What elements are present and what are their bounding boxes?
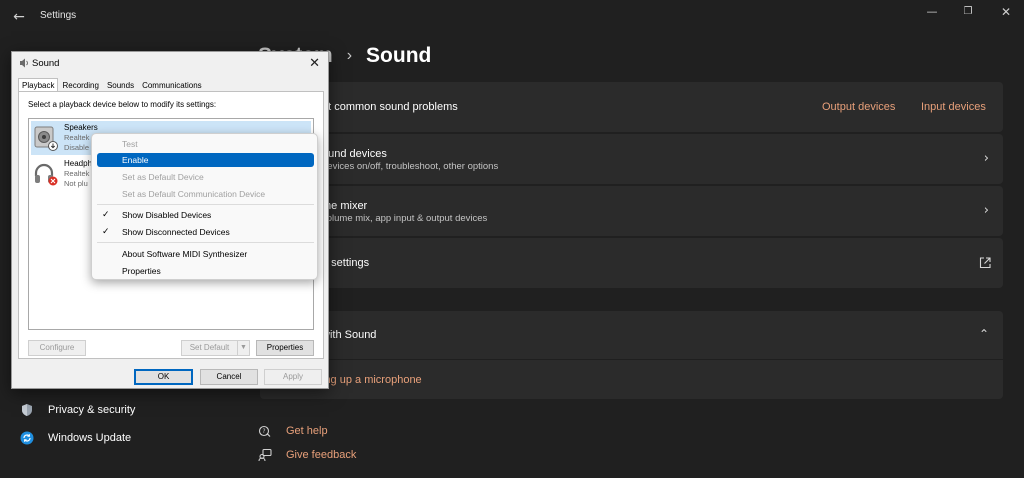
context-menu: Test Enable Set as Default Device Set as… (91, 133, 318, 280)
checkmark-icon: ✓ (102, 209, 110, 219)
configure-button[interactable]: Configure (28, 340, 86, 356)
speaker-device-icon (34, 126, 58, 151)
sidebar-item-privacy-security[interactable]: Privacy & security (20, 400, 135, 420)
menu-item-label: Show Disconnected Devices (122, 227, 230, 237)
checkmark-icon: ✓ (102, 226, 110, 236)
menu-item-properties[interactable]: Properties (97, 264, 314, 278)
help-icon: ? (258, 425, 271, 437)
give-feedback-label: Give feedback (286, 449, 357, 461)
device-status: Disable (64, 143, 90, 152)
set-default-dropdown-icon[interactable]: ▼ (237, 340, 250, 356)
get-help-label: Get help (286, 425, 328, 437)
menu-item-label: Properties (122, 266, 161, 276)
windows-update-icon (20, 431, 34, 445)
headphones-icon (34, 163, 58, 186)
menu-item-test[interactable]: Test (97, 137, 314, 151)
svg-text:?: ? (262, 428, 265, 435)
device-status: Not plu (64, 179, 88, 188)
tab-playback[interactable]: Playback (18, 78, 59, 92)
menu-item-show-disconnected-devices[interactable]: ✓ Show Disconnected Devices (97, 225, 314, 239)
menu-separator (97, 204, 314, 205)
menu-item-label: Set as Default Communication Device (122, 189, 266, 199)
chevron-up-icon[interactable]: ⌃ (979, 327, 989, 341)
menu-item-label: Show Disabled Devices (122, 210, 212, 220)
chevron-right-icon: › (983, 151, 989, 166)
menu-item-label: Test (122, 139, 138, 149)
dialog-title: Sound (32, 58, 60, 69)
more-sound-settings-title: d settings (322, 257, 370, 269)
menu-item-enable[interactable]: Enable (97, 153, 314, 167)
page-title: Sound (366, 44, 432, 67)
shield-icon (22, 404, 32, 416)
tab-recording[interactable]: Recording (58, 78, 102, 92)
device-driver: Realtek (64, 169, 90, 178)
all-sound-devices-title: ound devices (322, 148, 387, 160)
sidebar-item-label: Privacy & security (48, 404, 136, 416)
sidebar-item-windows-update[interactable]: Windows Update (20, 428, 131, 448)
menu-separator (97, 242, 314, 243)
sidebar-item-label: Windows Update (48, 432, 132, 444)
volume-mixer-subtitle: volume mix, app input & output devices (322, 213, 488, 224)
menu-item-label: About Software MIDI Synthesizer (122, 249, 248, 259)
setting-up-microphone-link[interactable]: ing up a microphone (322, 374, 422, 386)
set-default-button[interactable]: Set Default (181, 340, 238, 356)
device-driver: Realtek (64, 133, 90, 142)
menu-item-about-midi-synthesizer[interactable]: About Software MIDI Synthesizer (97, 247, 314, 261)
dialog-close-button[interactable]: ✕ (309, 55, 320, 71)
properties-button[interactable]: Properties (256, 340, 314, 356)
back-button[interactable]: ← (10, 9, 28, 25)
cancel-button[interactable]: Cancel (200, 369, 258, 385)
dialog-tabs: Playback Recording Sounds Communications (18, 78, 206, 92)
all-sound-devices-subtitle: devices on/off, troubleshoot, other opti… (322, 161, 499, 172)
menu-item-set-default-communication-device[interactable]: Set as Default Communication Device (97, 187, 314, 201)
chevron-right-icon: › (346, 47, 353, 64)
close-window-button[interactable]: ✕ (994, 3, 1018, 21)
menu-item-show-disabled-devices[interactable]: ✓ Show Disabled Devices (97, 208, 314, 222)
minimize-button[interactable]: — (920, 3, 944, 21)
output-devices-link[interactable]: Output devices (822, 101, 895, 113)
divider (260, 359, 1003, 360)
speaker-icon (20, 58, 28, 68)
more-sound-settings-card[interactable]: d settings (260, 238, 1003, 288)
app-title: Settings (40, 10, 77, 21)
volume-mixer-card[interactable]: me mixer volume mix, app input & output … (260, 186, 1003, 236)
tab-communications[interactable]: Communications (138, 78, 206, 92)
help-with-sound-card: with Sound ⌃ ing up a microphone (260, 311, 1003, 399)
external-link-icon (979, 257, 991, 269)
give-feedback-link[interactable]: Give feedback (258, 446, 356, 464)
device-name: Speakers (64, 123, 98, 132)
menu-item-label: Enable (122, 155, 149, 165)
settings-titlebar: ← Settings — ❐ ✕ (0, 0, 1024, 34)
help-with-sound-title: with Sound (322, 329, 377, 341)
tab-sounds[interactable]: Sounds (103, 78, 138, 92)
chevron-right-icon: › (983, 203, 989, 218)
device-name: Headph (64, 159, 93, 168)
restore-button[interactable]: ❐ (956, 3, 980, 21)
troubleshoot-card: ot common sound problems Output devices … (260, 82, 1003, 132)
get-help-link[interactable]: ? Get help (258, 422, 328, 440)
menu-item-label: Set as Default Device (122, 172, 204, 182)
menu-item-set-default-device[interactable]: Set as Default Device (97, 170, 314, 184)
input-devices-link[interactable]: Input devices (921, 101, 986, 113)
apply-button[interactable]: Apply (264, 369, 322, 385)
ok-button[interactable]: OK (134, 369, 193, 385)
troubleshoot-title: ot common sound problems (322, 101, 458, 113)
all-sound-devices-card[interactable]: ound devices devices on/off, troubleshoo… (260, 134, 1003, 184)
feedback-icon (258, 448, 272, 462)
instruction-text: Select a playback device below to modify… (28, 100, 217, 109)
